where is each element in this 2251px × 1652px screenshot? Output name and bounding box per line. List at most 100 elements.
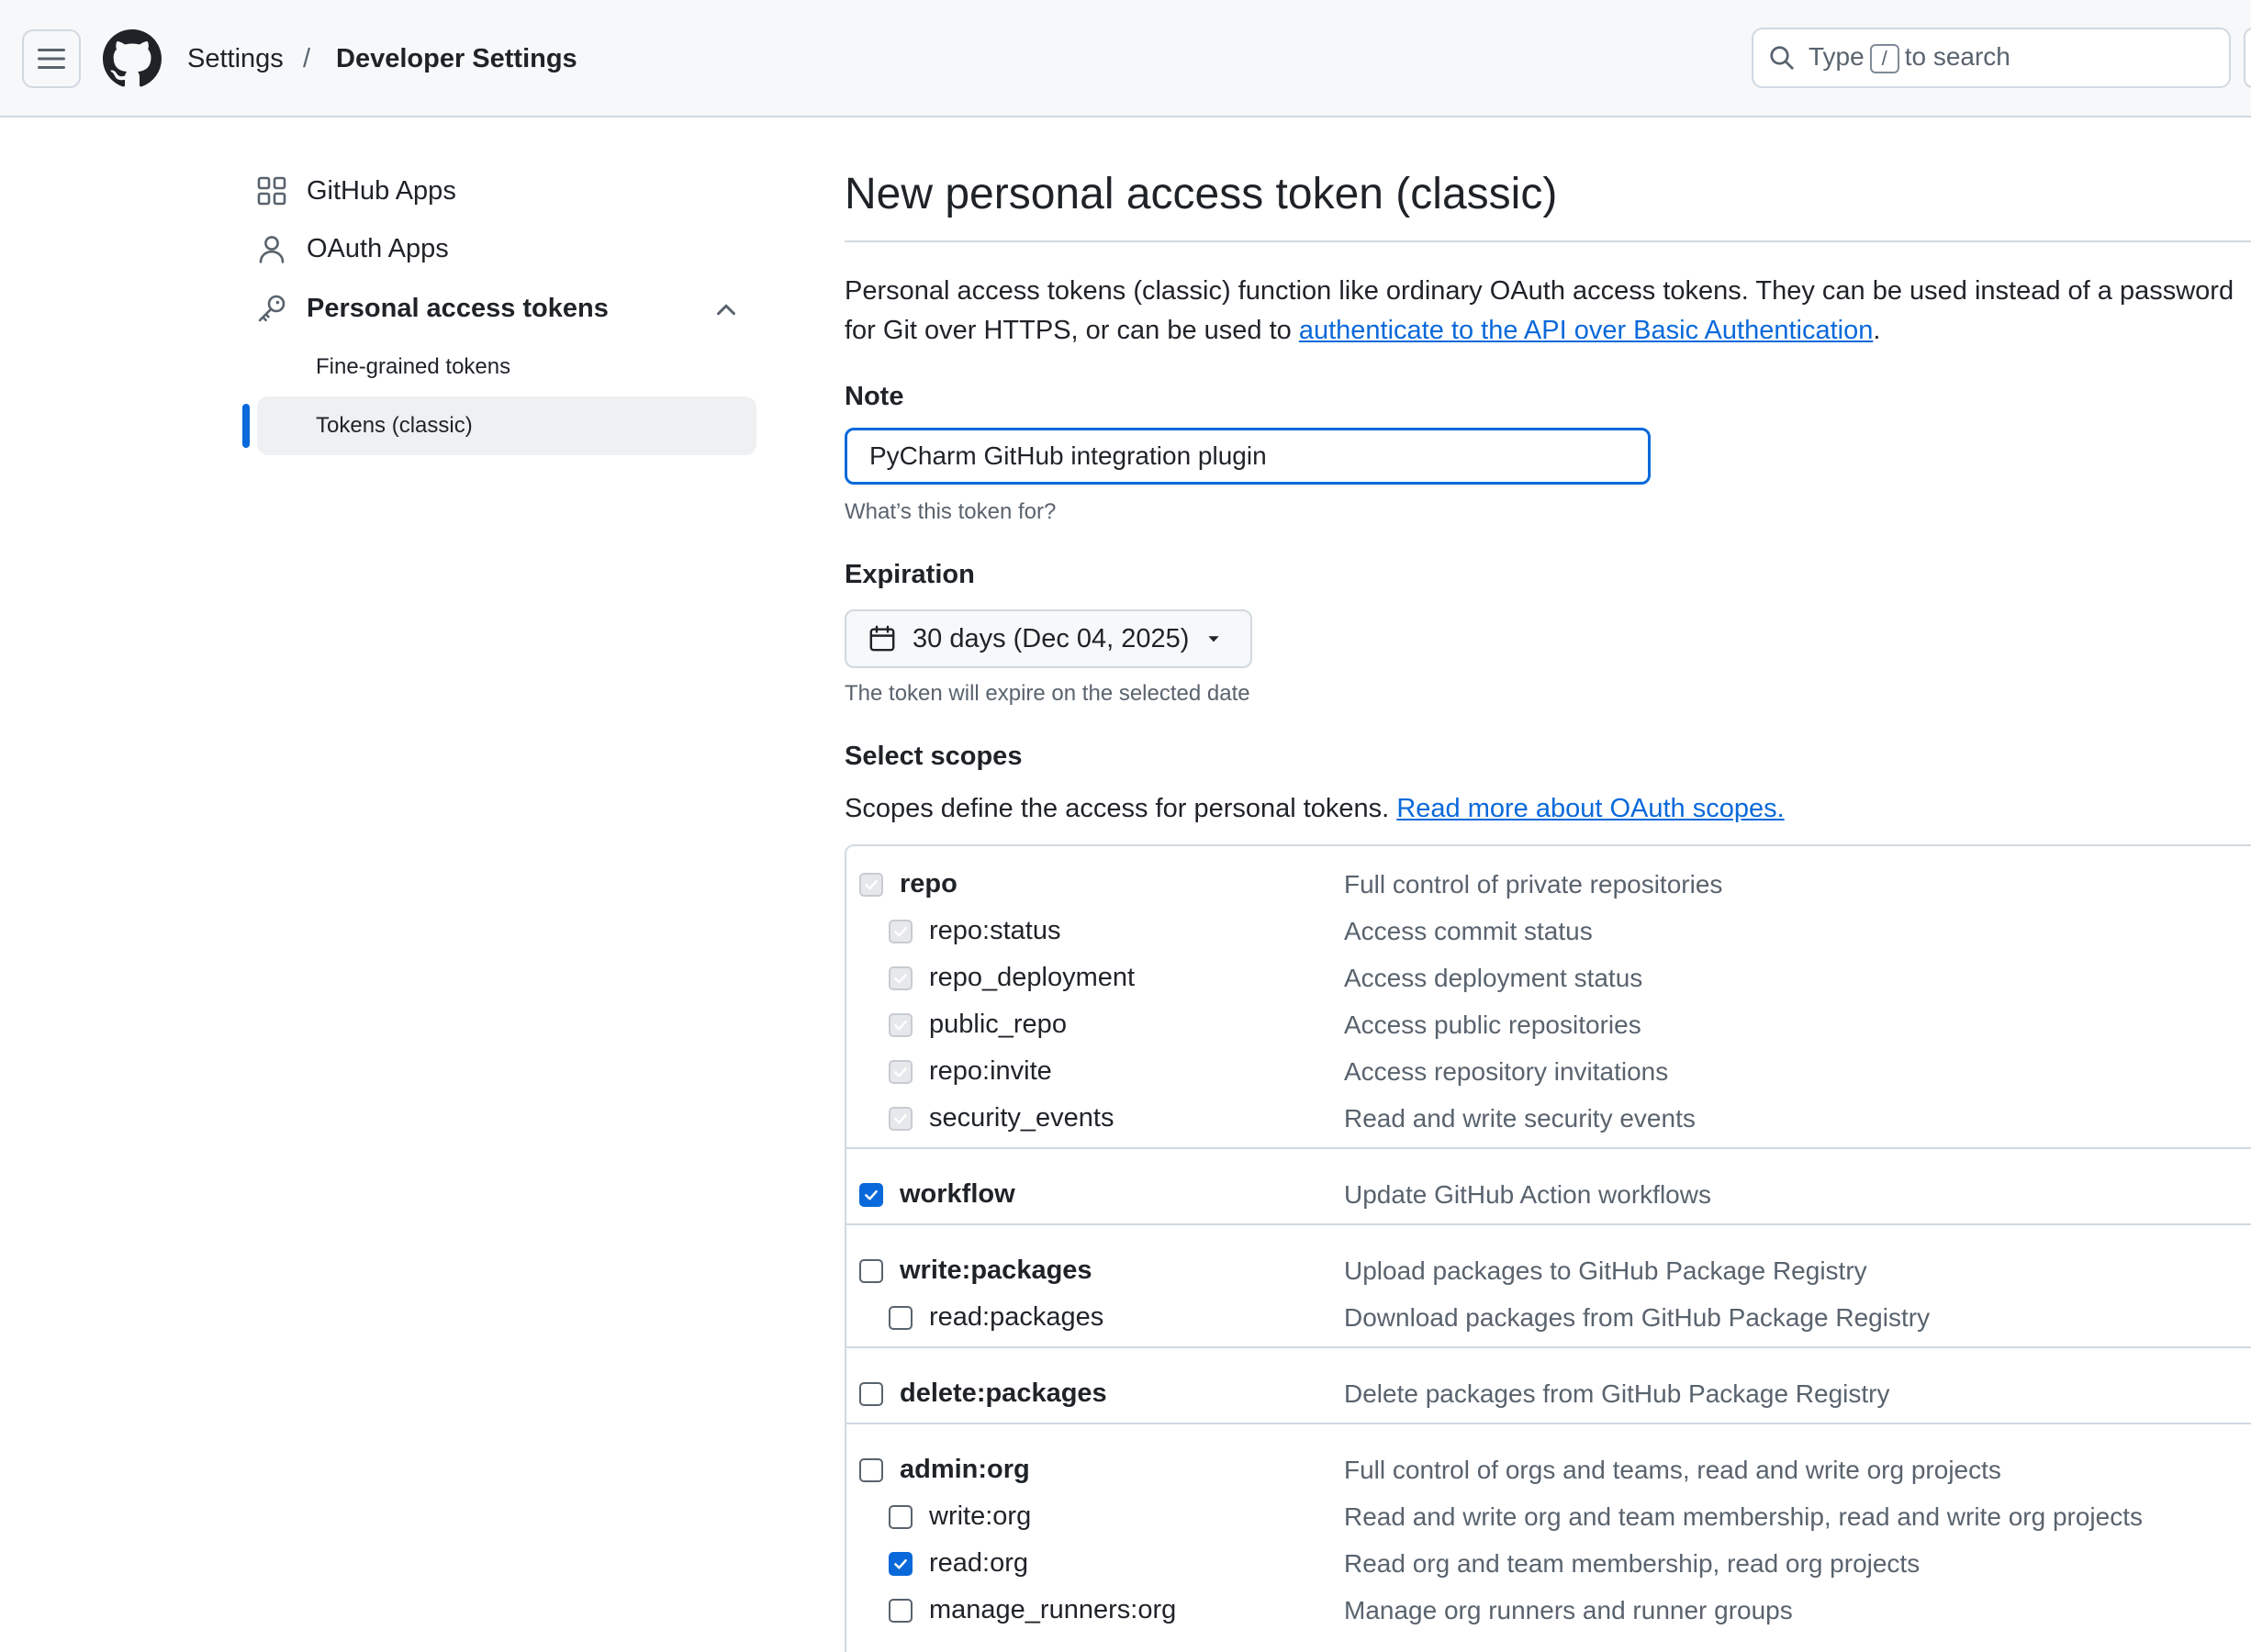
scope-row: repo bbox=[845, 861, 958, 908]
scope-description: Full control of orgs and teams, read and… bbox=[1344, 1455, 2001, 1484]
scope-name[interactable]: security_events bbox=[929, 1103, 1114, 1133]
oauth-scopes-link[interactable]: Read more about OAuth scopes. bbox=[1396, 794, 1784, 823]
scope-row: admin:org bbox=[845, 1446, 1030, 1493]
scopes-text: Scopes define the access for personal to… bbox=[845, 794, 1390, 823]
sidebar-item-tokens-classic[interactable]: Tokens (classic) bbox=[316, 404, 473, 448]
scope-row: read:packages bbox=[845, 1294, 1103, 1341]
scope-description: Read org and team membership, read org p… bbox=[1344, 1548, 1921, 1578]
scope-row: repo:status bbox=[845, 908, 1060, 954]
sidebar-item-label: Personal access tokens bbox=[307, 293, 609, 323]
scope-checkbox bbox=[889, 919, 913, 943]
basic-auth-link[interactable]: authenticate to the API over Basic Authe… bbox=[1299, 316, 1874, 345]
scope-description: Access repository invitations bbox=[1344, 1056, 1669, 1086]
search-input[interactable]: Type / to search bbox=[1752, 28, 2231, 88]
key-icon bbox=[258, 295, 286, 322]
scope-checkbox bbox=[889, 1059, 913, 1084]
scope-name[interactable]: admin:org bbox=[900, 1455, 1030, 1485]
scope-description: Delete packages from GitHub Package Regi… bbox=[1344, 1379, 1890, 1408]
search-icon bbox=[1770, 46, 1794, 70]
scope-name[interactable]: repo:invite bbox=[929, 1056, 1052, 1087]
scope-description: Access commit status bbox=[1344, 916, 1593, 945]
scope-checkbox[interactable] bbox=[889, 1598, 913, 1623]
scope-group-divider bbox=[846, 1147, 2251, 1149]
scope-name[interactable]: manage_runners:org bbox=[929, 1595, 1176, 1625]
checkmark-icon bbox=[894, 1558, 907, 1569]
scope-group-divider bbox=[846, 1423, 2251, 1424]
scope-description: Full control of private repositories bbox=[1344, 869, 1723, 899]
hamburger-icon bbox=[38, 49, 65, 69]
scope-row: write:packages bbox=[845, 1247, 1092, 1294]
scope-name[interactable]: read:org bbox=[929, 1548, 1028, 1579]
scope-checkbox[interactable] bbox=[889, 1305, 913, 1330]
github-logo-icon[interactable] bbox=[103, 29, 162, 88]
scope-name[interactable]: repo bbox=[900, 869, 958, 899]
sidebar-item-github-apps[interactable]: GitHub Apps bbox=[257, 165, 456, 217]
menu-button[interactable] bbox=[22, 29, 81, 88]
checkmark-icon bbox=[865, 1189, 878, 1200]
expiration-value: 30 days (Dec 04, 2025) bbox=[913, 623, 1190, 653]
scope-name[interactable]: repo:status bbox=[929, 916, 1060, 946]
scope-checkbox[interactable] bbox=[889, 1504, 913, 1529]
scope-checkbox[interactable] bbox=[859, 1258, 883, 1283]
scope-name[interactable]: repo_deployment bbox=[929, 963, 1135, 993]
scopes-label: Select scopes bbox=[845, 742, 1023, 771]
note-input[interactable] bbox=[845, 428, 1651, 485]
person-icon bbox=[259, 236, 285, 263]
note-hint: What’s this token for? bbox=[845, 499, 1057, 524]
scope-checkbox[interactable] bbox=[859, 1457, 883, 1482]
header-overflow-button[interactable] bbox=[2244, 28, 2251, 88]
search-prefix: Type bbox=[1809, 42, 1865, 71]
scope-description: Access public repositories bbox=[1344, 1010, 1641, 1039]
scope-description: Manage org runners and runner groups bbox=[1344, 1595, 1793, 1624]
breadcrumb-separator: / bbox=[303, 44, 311, 73]
scope-name[interactable]: workflow bbox=[900, 1179, 1015, 1210]
checkmark-icon bbox=[894, 973, 907, 984]
sidebar-item-oauth-apps[interactable]: OAuth Apps bbox=[257, 223, 449, 274]
scope-description: Upload packages to GitHub Package Regist… bbox=[1344, 1256, 1867, 1285]
search-suffix: to search bbox=[1904, 42, 2010, 71]
scope-checkbox bbox=[889, 966, 913, 990]
scope-checkbox[interactable] bbox=[859, 1182, 883, 1207]
scope-row: security_events bbox=[845, 1095, 1114, 1142]
checkmark-icon bbox=[894, 1066, 907, 1077]
intro-end: . bbox=[1873, 316, 1881, 345]
expiration-hint: The token will expire on the selected da… bbox=[845, 681, 1250, 706]
scope-checkbox bbox=[889, 1106, 913, 1131]
caret-down-icon bbox=[1208, 636, 1220, 642]
scope-checkbox bbox=[859, 872, 883, 897]
scope-row: repo_deployment bbox=[845, 954, 1135, 1001]
scope-checkbox[interactable] bbox=[889, 1551, 913, 1576]
scope-checkbox[interactable] bbox=[859, 1381, 883, 1406]
scope-name[interactable]: public_repo bbox=[929, 1010, 1067, 1040]
chevron-up-icon[interactable] bbox=[712, 296, 740, 323]
scope-group-divider bbox=[846, 1223, 2251, 1225]
sidebar-item-label: OAuth Apps bbox=[307, 233, 449, 263]
breadcrumb-settings[interactable]: Settings bbox=[187, 40, 284, 77]
scope-row: read:org bbox=[845, 1540, 1028, 1587]
scope-name[interactable]: write:packages bbox=[900, 1256, 1092, 1286]
sidebar-item-fine-grained-tokens[interactable]: Fine-grained tokens bbox=[316, 345, 510, 389]
scope-name[interactable]: delete:packages bbox=[900, 1379, 1107, 1409]
scope-row: delete:packages bbox=[845, 1370, 1107, 1417]
scope-row: public_repo bbox=[845, 1001, 1067, 1048]
title-divider bbox=[845, 240, 2251, 242]
apps-grid-icon bbox=[257, 176, 286, 206]
scope-row: manage_runners:org bbox=[845, 1587, 1176, 1634]
scopes-paragraph: Scopes define the access for personal to… bbox=[845, 789, 2240, 829]
checkmark-icon bbox=[894, 926, 907, 937]
intro-paragraph: Personal access tokens (classic) functio… bbox=[845, 272, 2240, 351]
scope-name[interactable]: write:org bbox=[929, 1501, 1031, 1532]
scope-description: Read and write security events bbox=[1344, 1103, 1696, 1133]
sidebar-item-personal-access-tokens[interactable]: Personal access tokens bbox=[257, 283, 609, 334]
page-title: New personal access token (classic) bbox=[845, 170, 1558, 218]
scope-description: Read and write org and team membership, … bbox=[1344, 1501, 2143, 1531]
note-label: Note bbox=[845, 382, 904, 411]
checkmark-icon bbox=[894, 1020, 907, 1031]
scope-row: write:org bbox=[845, 1493, 1031, 1540]
scope-description: Update GitHub Action workflows bbox=[1344, 1179, 1711, 1209]
scope-description: Access deployment status bbox=[1344, 963, 1643, 992]
expiration-select[interactable]: 30 days (Dec 04, 2025) bbox=[845, 609, 1252, 668]
breadcrumb-developer-settings[interactable]: Developer Settings bbox=[336, 40, 577, 77]
checkmark-icon bbox=[894, 1113, 907, 1124]
scope-name[interactable]: read:packages bbox=[929, 1302, 1103, 1333]
